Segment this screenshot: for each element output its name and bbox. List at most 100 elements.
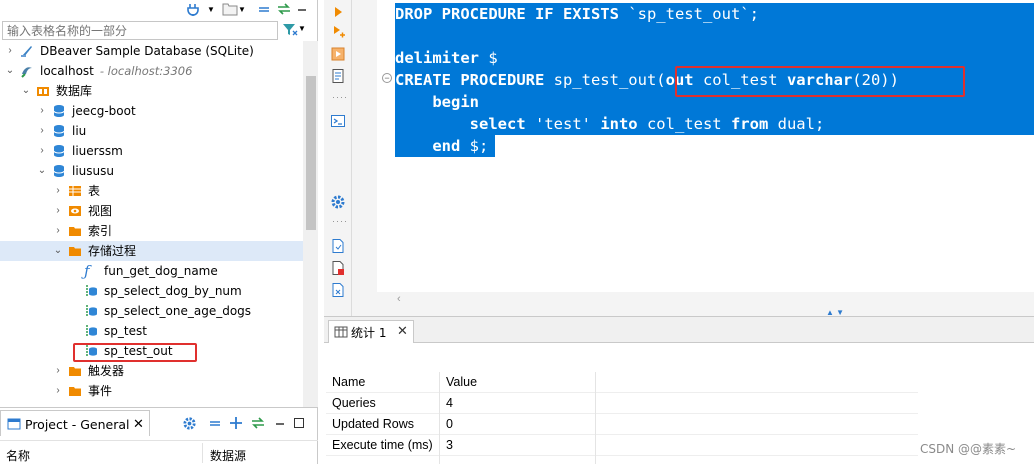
- tree-item-label: 存储过程: [88, 244, 137, 258]
- scroll-left-icon[interactable]: ‹: [397, 293, 401, 305]
- tree-item-database[interactable]: › liuerssm: [0, 141, 303, 161]
- tree-item-label: sp_test: [104, 324, 147, 338]
- tab-project-general[interactable]: Project - General ✕: [0, 410, 150, 436]
- expand-arrow-icon[interactable]: ›: [36, 121, 48, 141]
- close-icon[interactable]: ✕: [133, 416, 144, 432]
- table-icon: [334, 325, 348, 342]
- tree-item-function[interactable]: ƒ fun_get_dog_name: [0, 261, 303, 281]
- tree-item-procedure[interactable]: sp_select_one_age_dogs: [0, 301, 303, 321]
- tree-item-procedure[interactable]: sp_select_dog_by_num: [0, 281, 303, 301]
- database-icon: [52, 104, 66, 118]
- expand-arrow-icon[interactable]: ›: [52, 221, 64, 241]
- tree-item-database[interactable]: ⌄ liususu: [0, 161, 303, 181]
- expand-arrow-icon[interactable]: ›: [52, 201, 64, 221]
- collapse-arrow-icon[interactable]: ⌄: [36, 161, 48, 181]
- new-folder-icon[interactable]: [222, 2, 238, 18]
- column-divider: [439, 372, 440, 464]
- sql-code[interactable]: DROP PROCEDURE IF EXISTS `sp_test_out`; …: [395, 0, 1034, 292]
- save-script-icon[interactable]: [330, 282, 346, 298]
- navigator-filter-input[interactable]: [2, 21, 278, 40]
- tree-item-sample-database[interactable]: › DBeaver Sample Database (SQLite): [0, 41, 303, 61]
- collapse-arrow-icon[interactable]: ⌄: [4, 61, 16, 81]
- close-icon[interactable]: ✕: [397, 323, 408, 339]
- tree-item-procedures[interactable]: ⌄ 存储过程: [0, 241, 303, 261]
- gear-icon[interactable]: [182, 416, 197, 434]
- tree-item-database[interactable]: › jeecg-boot: [0, 101, 303, 121]
- collapse-all-icon[interactable]: [257, 2, 271, 18]
- minimize-icon[interactable]: [296, 2, 308, 18]
- function-icon: ƒ: [84, 262, 90, 280]
- export-icon[interactable]: [330, 68, 346, 84]
- tree-item-databases[interactable]: ⌄ 数据库: [0, 81, 303, 101]
- terminal-icon[interactable]: [330, 113, 346, 129]
- tree-item-procedure[interactable]: sp_test: [0, 321, 303, 341]
- table-row[interactable]: Execute time (ms) 3: [326, 435, 918, 456]
- results-tab-bar: 统计 1 ✕: [324, 317, 1034, 343]
- add-icon[interactable]: [229, 416, 243, 433]
- explain-plan-icon[interactable]: [330, 46, 346, 62]
- editor-horizontal-scrollbar[interactable]: ‹: [395, 292, 1034, 308]
- new-script-icon[interactable]: [330, 238, 346, 254]
- collapse-arrow-icon[interactable]: ⌄: [52, 241, 64, 261]
- maximize-icon[interactable]: [293, 416, 305, 433]
- load-script-icon[interactable]: [330, 260, 346, 276]
- table-header-row: Name Value: [326, 372, 918, 393]
- cell-name: Execute time (ms): [332, 438, 433, 452]
- tree-item-label: 事件: [88, 384, 113, 398]
- chevron-down-icon[interactable]: ▼: [298, 24, 306, 33]
- table-row[interactable]: Queries 4: [326, 393, 918, 414]
- tree-item-indexes[interactable]: › 索引: [0, 221, 303, 241]
- tree-item-label: jeecg-boot: [72, 104, 136, 118]
- tab-statistics[interactable]: 统计 1 ✕: [328, 320, 414, 343]
- procedure-icon: [84, 324, 98, 338]
- tree-item-label: 视图: [88, 204, 113, 218]
- minimize-icon[interactable]: [274, 416, 286, 433]
- fold-toggle-icon[interactable]: −: [382, 73, 392, 83]
- database-icon: [52, 144, 66, 158]
- chevron-down-icon[interactable]: ▼: [207, 2, 215, 18]
- tree-item-triggers[interactable]: › 触发器: [0, 361, 303, 381]
- code-line-6: select 'test' into col_test from dual;: [395, 113, 1034, 135]
- collapse-all-icon[interactable]: [208, 416, 222, 433]
- execute-statement-icon[interactable]: [330, 4, 346, 20]
- link-editor-icon[interactable]: [250, 416, 266, 433]
- plug-connect-icon[interactable]: [186, 2, 200, 18]
- tables-folder-icon: [68, 184, 82, 198]
- expand-arrow-icon[interactable]: ›: [52, 381, 64, 401]
- chevron-down-icon[interactable]: ▼: [238, 2, 246, 18]
- tree-item-label: 数据库: [56, 84, 93, 98]
- tree-item-database[interactable]: › liu: [0, 121, 303, 141]
- tree-item-label: sp_select_one_age_dogs: [104, 304, 252, 318]
- column-header-datasource[interactable]: 数据源: [210, 447, 246, 464]
- code-line-2: [395, 25, 1034, 47]
- tree-item-events[interactable]: › 事件: [0, 381, 303, 401]
- gear-icon[interactable]: [330, 194, 346, 210]
- expand-arrow-icon[interactable]: ›: [52, 361, 64, 381]
- navigator-scrollbar-thumb[interactable]: [306, 76, 316, 230]
- execute-script-icon[interactable]: [330, 24, 346, 40]
- tree-item-localhost[interactable]: ⌄ localhost - localhost:3306: [0, 61, 303, 81]
- tree-item-label: 表: [88, 184, 101, 198]
- code-line-7: end $;: [395, 135, 495, 157]
- expand-arrow-icon[interactable]: ›: [36, 101, 48, 121]
- filter-icon[interactable]: [282, 22, 298, 38]
- table-row[interactable]: Updated Rows 0: [326, 414, 918, 435]
- column-header-name[interactable]: 名称: [6, 447, 30, 464]
- tree-item-views[interactable]: › 视图: [0, 201, 303, 221]
- code-line-1: DROP PROCEDURE IF EXISTS `sp_test_out`;: [395, 3, 1034, 25]
- editor-side-toolbar: ···· ····: [324, 0, 352, 316]
- views-folder-icon: [68, 204, 82, 218]
- column-header-name[interactable]: Name: [332, 375, 365, 389]
- link-editor-icon[interactable]: [276, 2, 292, 18]
- column-header-value[interactable]: Value: [446, 375, 477, 389]
- cell-name: Queries: [332, 396, 376, 410]
- tree-item-tables[interactable]: › 表: [0, 181, 303, 201]
- expand-arrow-icon[interactable]: ›: [4, 41, 16, 61]
- mysql-server-icon: [20, 64, 34, 78]
- folder-icon: [68, 384, 82, 398]
- separator: ····: [332, 216, 348, 226]
- collapse-arrow-icon[interactable]: ⌄: [20, 81, 32, 101]
- expand-arrow-icon[interactable]: ›: [52, 181, 64, 201]
- expand-arrow-icon[interactable]: ›: [36, 141, 48, 161]
- cell-value: 3: [446, 438, 453, 452]
